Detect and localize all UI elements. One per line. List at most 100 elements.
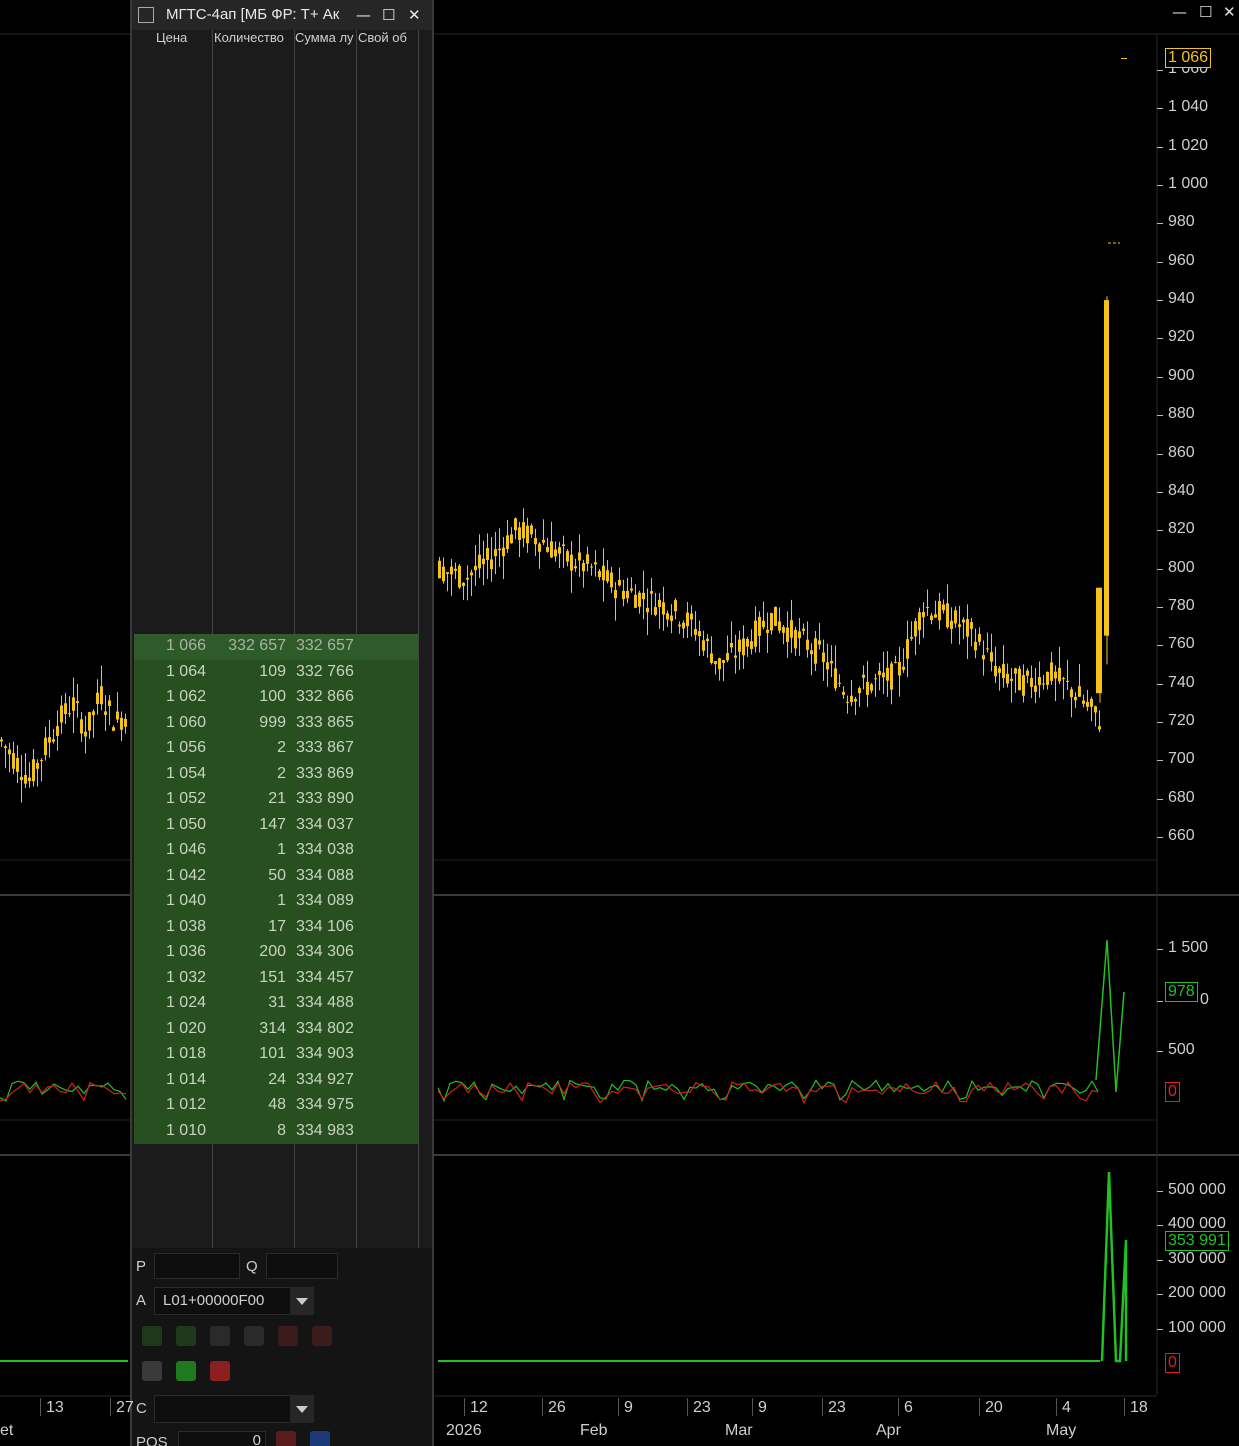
order-book-titlebar[interactable]: МГТС-4ап [МБ ФР: Т+ Ак — ☐ ✕ — [132, 0, 432, 30]
price-cell: 1 062 — [165, 688, 206, 705]
candle-body — [882, 672, 885, 678]
time-axis-day-label: 6 — [904, 1399, 913, 1416]
candle-body — [986, 648, 989, 650]
order-book-row[interactable]: 1 060 999 333 865 — [134, 710, 418, 736]
order-book-row[interactable]: 1 042 50 334 088 — [134, 863, 418, 889]
candle-body — [682, 622, 685, 629]
price-input[interactable] — [154, 1253, 240, 1279]
candle-body — [494, 549, 497, 557]
axis-tick — [1157, 837, 1163, 838]
price-cell: 1 064 — [165, 662, 206, 680]
column-header-quantity[interactable]: Количество — [214, 30, 294, 48]
c-select[interactable] — [154, 1395, 304, 1423]
time-axis-day-label: 20 — [985, 1399, 1003, 1416]
candle-body — [622, 590, 625, 600]
candle-body — [1030, 677, 1033, 687]
quantity-cell: 8 — [277, 1121, 286, 1139]
column-header-own[interactable]: Свой об — [358, 30, 420, 48]
order-book-row[interactable]: 1 032 151 334 457 — [134, 965, 418, 991]
candle-body — [738, 639, 741, 652]
candle-body — [116, 711, 119, 720]
sell-market-icon[interactable] — [312, 1326, 332, 1346]
candle-body — [878, 670, 881, 676]
candle-body — [866, 681, 869, 695]
order-book-row[interactable]: 1 036 200 334 306 — [134, 940, 418, 966]
order-book-row[interactable]: 1 018 101 334 903 — [134, 1042, 418, 1068]
candle-body — [830, 661, 833, 664]
order-book-row[interactable]: 1 012 48 334 975 — [134, 1093, 418, 1119]
maximize-icon[interactable]: ☐ — [382, 0, 395, 30]
order-book-row[interactable]: 1 014 24 334 927 — [134, 1067, 418, 1093]
sum-cell: 334 802 — [296, 1019, 354, 1037]
candle-body — [846, 701, 849, 703]
candle-body — [750, 641, 753, 649]
axis-tick — [1157, 453, 1163, 455]
order-book-row[interactable]: 1 038 17 334 106 — [134, 914, 418, 940]
price-cell: 1 066 — [165, 637, 206, 654]
cancel-sells-icon[interactable] — [210, 1361, 230, 1381]
order-book-row[interactable]: 1 010 8 334 983 — [134, 1118, 418, 1144]
axis-tick — [1157, 300, 1163, 302]
candle-body — [886, 667, 889, 681]
volume-current-badge: 353 991 — [1165, 1231, 1229, 1251]
price-cell: 1 050 — [165, 815, 206, 833]
order-book-row[interactable]: 1 024 31 334 488 — [134, 991, 418, 1017]
candle-body — [1070, 689, 1073, 698]
close-icon[interactable]: ✕ — [408, 0, 421, 30]
column-header-price[interactable]: Цена — [156, 30, 216, 48]
cancel-all-icon[interactable] — [142, 1361, 162, 1381]
column-header-sum[interactable]: Сумма лу — [295, 30, 357, 48]
order-book-row[interactable]: 1 064 109 332 766 — [134, 659, 418, 685]
window-close-icon[interactable]: ✕ — [1223, 3, 1236, 21]
candle-body — [766, 629, 769, 633]
buy-icon[interactable] — [142, 1326, 162, 1346]
candle-body — [810, 650, 813, 655]
price-axis-label: 1 040 — [1168, 98, 1209, 116]
price-axis-label: 1 000 — [1168, 175, 1209, 193]
candle-body — [1050, 662, 1053, 681]
cancel-buys-icon[interactable] — [176, 1361, 196, 1381]
candle-body — [670, 615, 673, 621]
window-minimize-icon[interactable]: — — [1172, 3, 1187, 21]
account-dropdown-button[interactable] — [290, 1287, 314, 1315]
order-book-row[interactable]: 1 066 332 657 332 657 — [134, 634, 418, 660]
axis-tick — [687, 1398, 688, 1416]
account-select[interactable]: L01+00000F00 — [154, 1287, 304, 1315]
candle-body — [1022, 675, 1025, 696]
axis-tick — [1157, 1001, 1163, 1002]
buy-market-icon[interactable] — [176, 1326, 196, 1346]
pos-info-icon[interactable] — [310, 1431, 330, 1446]
axis-tick — [1157, 1294, 1163, 1295]
price-cell: 1 042 — [165, 866, 206, 884]
order-book-row[interactable]: 1 046 1 334 038 — [134, 838, 418, 864]
candle-body — [1066, 680, 1069, 682]
time-axis-day-label: 4 — [1062, 1399, 1071, 1416]
order-book-row[interactable]: 1 050 147 334 037 — [134, 812, 418, 838]
order-book-row[interactable]: 1 020 314 334 802 — [134, 1016, 418, 1042]
candle-body — [1062, 678, 1065, 680]
stop-icon[interactable] — [244, 1326, 264, 1346]
sell-icon[interactable] — [278, 1326, 298, 1346]
order-book-row[interactable]: 1 040 1 334 089 — [134, 889, 418, 915]
order-book-row[interactable]: 1 054 2 333 869 — [134, 761, 418, 787]
pos-sell-icon[interactable] — [276, 1431, 296, 1446]
candle-body — [858, 688, 861, 694]
quantity-input[interactable] — [266, 1253, 338, 1279]
oscillator-line — [0, 1081, 127, 1102]
c-dropdown-button[interactable] — [290, 1395, 314, 1423]
quantity-cell: 100 — [259, 688, 286, 705]
candle-body — [978, 633, 981, 642]
order-book-row[interactable]: 1 052 21 333 890 — [134, 787, 418, 813]
quantity-cell: 50 — [268, 866, 286, 884]
order-book-row[interactable]: 1 056 2 333 867 — [134, 736, 418, 762]
sum-cell: 334 457 — [296, 968, 354, 986]
price-axis-label: 960 — [1168, 251, 1195, 269]
candle-body — [1104, 300, 1109, 636]
order-book-row[interactable]: 1 062 100 332 866 — [134, 685, 418, 711]
candle-body — [1046, 671, 1049, 685]
time-axis-day-label: 13 — [46, 1399, 64, 1416]
minimize-icon[interactable]: — — [356, 0, 371, 30]
quantity-cell: 151 — [259, 968, 286, 986]
window-maximize-icon[interactable]: ☐ — [1199, 3, 1212, 21]
cancel-buy-icon[interactable] — [210, 1326, 230, 1346]
